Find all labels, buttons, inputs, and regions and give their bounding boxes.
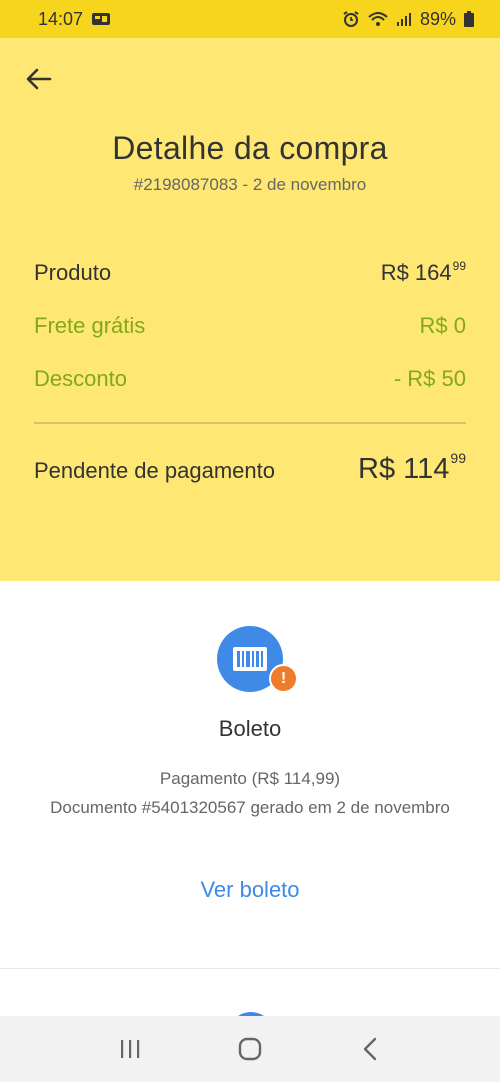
total-price-cents: 99 bbox=[450, 450, 466, 467]
view-boleto-link[interactable]: Ver boleto bbox=[0, 877, 500, 903]
battery-icon bbox=[464, 11, 474, 27]
total-label: Pendente de pagamento bbox=[34, 458, 275, 483]
summary-divider bbox=[34, 422, 466, 424]
message-icon bbox=[91, 11, 111, 27]
home-button[interactable] bbox=[225, 1024, 275, 1074]
system-back-button[interactable] bbox=[345, 1024, 395, 1074]
arrow-left-icon bbox=[26, 68, 52, 90]
product-label: Produto bbox=[34, 260, 112, 285]
product-row: Produto R$ 16499 bbox=[34, 258, 466, 286]
status-bar-left: 14:07 bbox=[38, 9, 111, 30]
home-icon bbox=[238, 1037, 262, 1061]
barcode-icon bbox=[233, 647, 267, 671]
back-icon bbox=[363, 1037, 377, 1061]
status-bar-right: 89% bbox=[342, 9, 474, 30]
shipping-label: Frete grátis bbox=[34, 313, 146, 338]
signal-icon bbox=[396, 11, 412, 27]
shipping-value: R$ 0 bbox=[419, 313, 466, 338]
payment-amount-text: Pagamento (R$ 114,99) bbox=[159, 769, 341, 788]
payment-document-text: Documento #5401320567 gerado em 2 de nov… bbox=[50, 798, 450, 817]
total-price-value: R$ 114 bbox=[358, 453, 450, 485]
total-price: R$ 11499 bbox=[358, 450, 466, 486]
recent-apps-button[interactable] bbox=[105, 1024, 155, 1074]
battery-percent: 89% bbox=[419, 8, 456, 29]
product-price: R$ 16499 bbox=[380, 258, 466, 286]
recent-apps-icon bbox=[121, 1040, 140, 1058]
wifi-icon bbox=[368, 11, 388, 27]
shipping-row: Frete grátis R$ 0 bbox=[34, 313, 466, 339]
page-title: Detalhe da compra bbox=[112, 130, 388, 166]
total-row: Pendente de pagamento R$ 11499 bbox=[34, 450, 466, 486]
payment-section: ! Boleto Pagamento (R$ 114,99) Documento… bbox=[0, 581, 500, 969]
discount-value: - R$ 50 bbox=[393, 366, 466, 391]
product-price-value: R$ 164 bbox=[380, 260, 452, 285]
exclamation-icon: ! bbox=[269, 664, 298, 693]
system-navigation-bar bbox=[0, 1016, 500, 1082]
purchase-summary-panel: Detalhe da compra #2198087083 - 2 de nov… bbox=[0, 38, 500, 581]
alarm-icon bbox=[342, 10, 360, 28]
discount-row: Desconto - R$ 50 bbox=[34, 366, 466, 392]
status-time: 14:07 bbox=[38, 8, 84, 29]
status-bar: 14:07 89% bbox=[0, 0, 500, 38]
product-price-cents: 99 bbox=[452, 258, 466, 273]
payment-method-title: Boleto bbox=[218, 716, 282, 741]
order-subtitle: #2198087083 - 2 de novembro bbox=[133, 175, 367, 194]
section-divider bbox=[0, 968, 500, 969]
back-button[interactable] bbox=[22, 62, 56, 96]
discount-label: Desconto bbox=[34, 366, 127, 391]
